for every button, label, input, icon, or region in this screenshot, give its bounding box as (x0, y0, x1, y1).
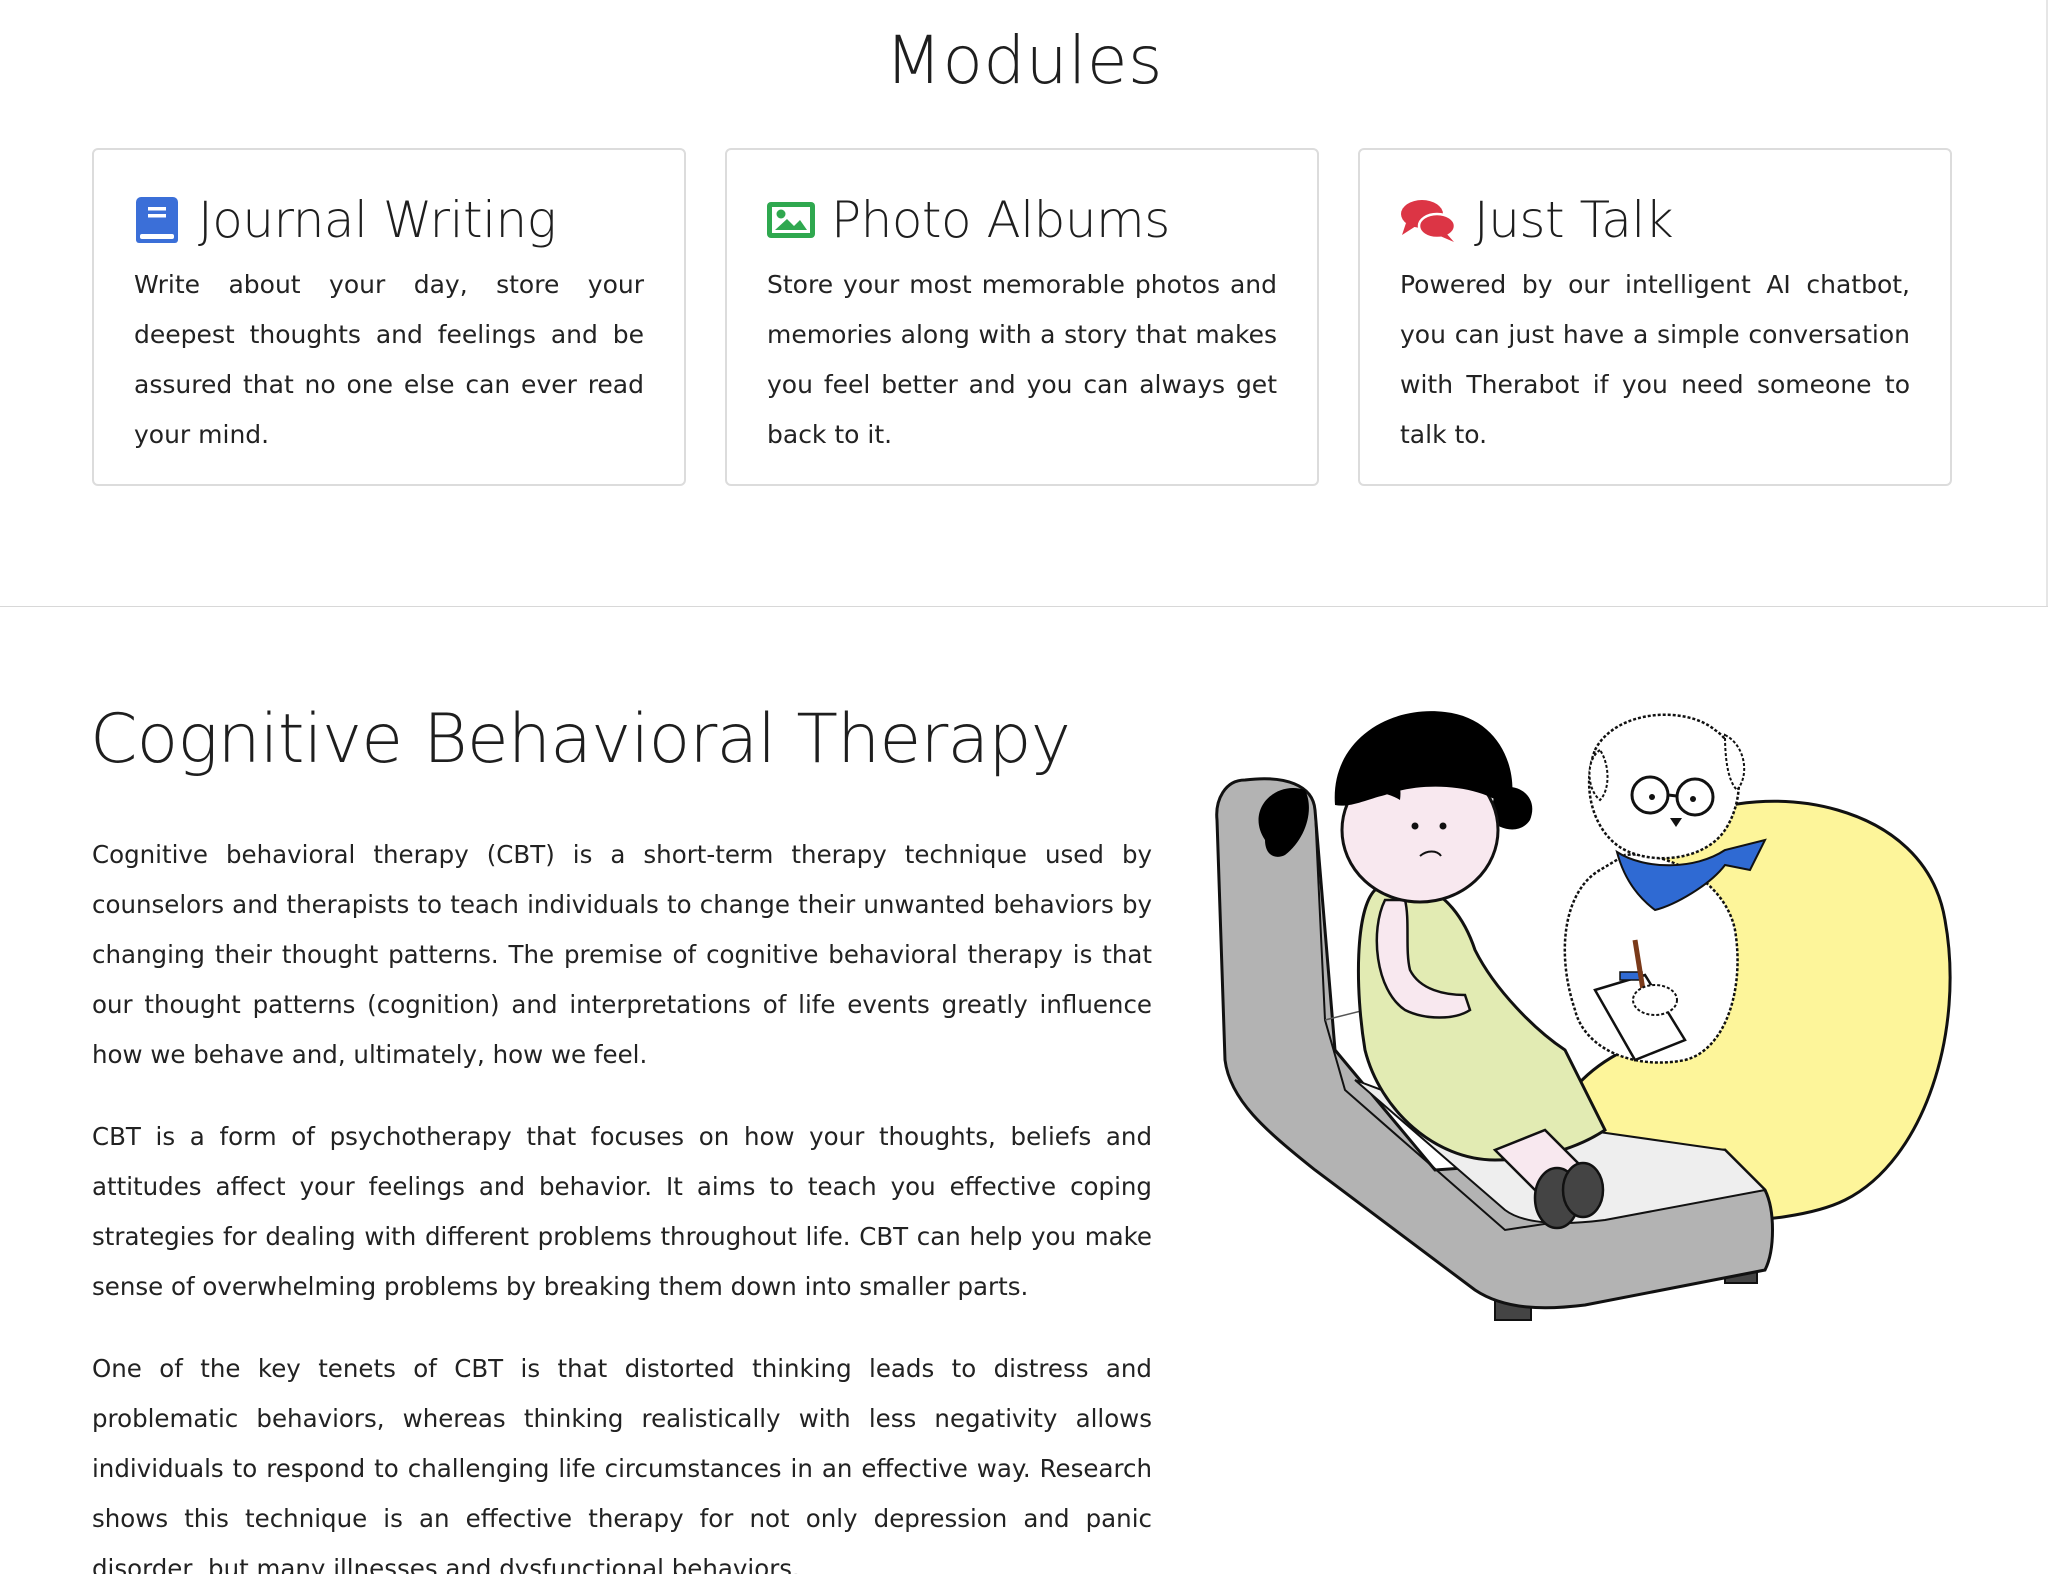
comments-icon (1400, 197, 1457, 243)
section-divider (0, 606, 2048, 607)
card-header: Just Talk (1400, 190, 1674, 250)
image-icon (767, 197, 815, 243)
card-title: Photo Albums (831, 191, 1170, 249)
book-icon (134, 197, 180, 243)
card-description: Write about your day, store your deepest… (134, 270, 644, 449)
card-description: Store your most memorable photos and mem… (767, 270, 1277, 449)
card-title: Just Talk (1474, 191, 1674, 249)
card-description: Powered by our intelligent AI chatbot, y… (1400, 270, 1910, 449)
card-header: Photo Albums (767, 190, 1170, 250)
module-card-photo-albums[interactable]: Photo Albums Store your most memorable p… (725, 148, 1319, 486)
cbt-heading: Cognitive Behavioral Therapy (90, 700, 1071, 779)
module-card-journal-writing[interactable]: Journal Writing Write about your day, st… (92, 148, 686, 486)
cbt-paragraph: CBT is a form of psychotherapy that focu… (92, 1122, 1152, 1301)
cbt-paragraph: One of the key tenets of CBT is that dis… (92, 1354, 1152, 1574)
card-header: Journal Writing (134, 190, 557, 250)
therapy-session-illustration (1205, 690, 1975, 1340)
modules-heading: Modules (885, 22, 1163, 99)
page: Modules Journal Writing Write about your… (0, 0, 2048, 1574)
module-card-just-talk[interactable]: Just Talk Powered by our intelligent AI … (1358, 148, 1952, 486)
cbt-body: Cognitive behavioral therapy (CBT) is a … (92, 830, 1152, 1574)
cbt-paragraph: Cognitive behavioral therapy (CBT) is a … (92, 840, 1152, 1069)
card-title: Journal Writing (198, 191, 557, 249)
